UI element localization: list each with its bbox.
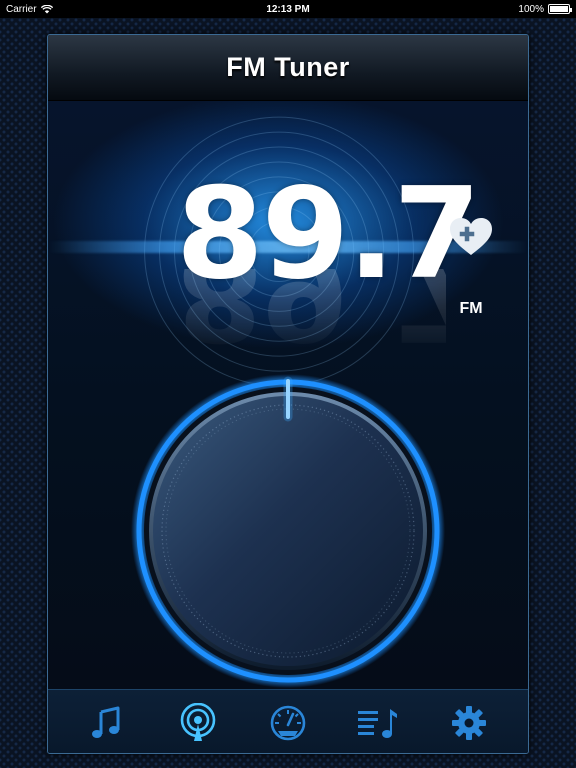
tuner-panel: FM Tuner 89.7 89.7 FM (47, 34, 529, 754)
music-note-icon (92, 706, 120, 738)
tab-speedometer[interactable] (258, 693, 318, 753)
battery-percent: 100% (518, 3, 544, 15)
tab-bar (48, 689, 528, 753)
gear-icon (451, 705, 486, 740)
playlist-icon (358, 708, 398, 738)
page-title: FM Tuner (226, 52, 350, 82)
tab-radio[interactable] (168, 693, 228, 753)
status-right: 100% (518, 3, 572, 15)
status-bar: Carrier 12:13 PM 100% (0, 0, 576, 18)
frequency-reflection: 89.7 (176, 269, 446, 359)
battery-icon (548, 4, 572, 14)
tab-settings[interactable] (439, 693, 499, 753)
band-label: FM (459, 300, 483, 317)
battery-fill (550, 6, 568, 12)
header: FM Tuner (48, 35, 528, 101)
speedometer-icon (270, 705, 306, 740)
status-time: 12:13 PM (266, 3, 310, 15)
tab-playlist[interactable] (348, 693, 408, 753)
tuning-knob[interactable] (130, 373, 446, 689)
tab-music[interactable] (77, 693, 137, 753)
tuner-stage: 89.7 89.7 FM (48, 101, 528, 689)
heart-plus-icon[interactable] (448, 217, 494, 257)
broadcast-icon (180, 702, 215, 741)
